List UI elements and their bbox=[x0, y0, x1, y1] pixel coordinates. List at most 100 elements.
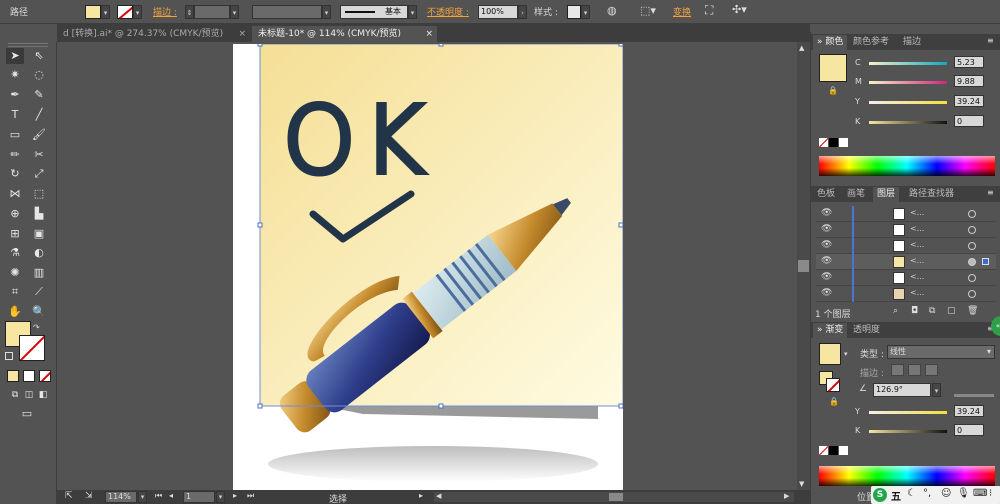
white-color-icon[interactable] bbox=[839, 138, 848, 147]
black-color-icon[interactable] bbox=[829, 138, 838, 147]
next-page-icon[interactable]: ▸ bbox=[233, 491, 237, 500]
ime-toolbar[interactable]: S 五 ☾ °, ☺ 🎙 ⌨ ⁝ bbox=[871, 486, 1000, 504]
last-page-icon[interactable]: ⏭ bbox=[247, 491, 254, 501]
tab-color-guide[interactable]: 颜色参考 bbox=[849, 35, 893, 50]
share-icon[interactable]: ⇲ bbox=[85, 491, 93, 501]
panel-grip[interactable] bbox=[8, 43, 48, 47]
gradient-yellow-slider[interactable] bbox=[869, 411, 947, 414]
magenta-value[interactable]: 9.88 bbox=[954, 75, 984, 87]
layer-row[interactable]: 👁 <... bbox=[816, 286, 996, 302]
tab-color[interactable]: » 颜色 bbox=[813, 35, 848, 50]
layer-row-selected[interactable]: 👁 <... bbox=[816, 254, 996, 270]
free-transform-tool-icon[interactable]: ⬚ bbox=[30, 186, 48, 202]
target-icon[interactable] bbox=[968, 274, 976, 282]
lasso-tool-icon[interactable]: ◌ bbox=[30, 67, 48, 83]
stroke-swatch[interactable]: ▾ bbox=[117, 4, 142, 20]
gradient-black-value[interactable]: 0 bbox=[954, 424, 984, 436]
tab-layers[interactable]: 图层 bbox=[873, 187, 900, 202]
layer-name[interactable]: <... bbox=[910, 288, 924, 297]
width-tool-icon[interactable]: ⋈ bbox=[6, 186, 24, 202]
hand-tool-icon[interactable]: ✋ bbox=[6, 304, 24, 320]
default-colors-icon[interactable] bbox=[5, 352, 13, 360]
sogou-logo-icon[interactable]: S bbox=[873, 488, 887, 502]
emoji-icon[interactable]: ☺ bbox=[941, 488, 951, 499]
curvature-tool-icon[interactable]: ✎ bbox=[30, 87, 48, 103]
scroll-right-icon[interactable]: ▶ bbox=[784, 492, 789, 500]
locate-object-icon[interactable]: ⌕ bbox=[893, 306, 898, 316]
eye-icon[interactable]: 👁 bbox=[821, 288, 832, 298]
apps-icon[interactable]: ⁝ bbox=[989, 488, 992, 499]
layer-row[interactable]: 👁 <... bbox=[816, 222, 996, 238]
gradient-tool-icon[interactable]: ▣ bbox=[30, 226, 48, 242]
perspective-grid-tool-icon[interactable]: ▙ bbox=[30, 206, 48, 222]
layer-row[interactable]: 👁 <... bbox=[816, 206, 996, 222]
layer-name[interactable]: <... bbox=[910, 208, 924, 217]
shape-builder-tool-icon[interactable]: ⊕ bbox=[6, 206, 24, 222]
scroll-thumb[interactable] bbox=[798, 260, 809, 272]
tab-swatches[interactable]: 色板 bbox=[813, 187, 839, 202]
panel-menu-icon[interactable]: ≡ bbox=[987, 188, 994, 197]
color-spectrum[interactable] bbox=[819, 156, 995, 176]
magenta-slider[interactable] bbox=[869, 81, 947, 84]
scale-tool-icon[interactable]: ⤢ bbox=[30, 166, 48, 182]
color-fill-preview[interactable] bbox=[819, 54, 847, 82]
scissors-tool-icon[interactable]: ✂ bbox=[30, 147, 48, 163]
mesh-tool-icon[interactable]: ⊞ bbox=[6, 226, 24, 242]
panel-menu-icon[interactable]: ≡ bbox=[987, 36, 994, 45]
aspect-slider[interactable] bbox=[954, 394, 994, 397]
none-mode-icon[interactable] bbox=[39, 370, 51, 382]
eyedropper-tool-icon[interactable]: ⚗ bbox=[6, 245, 24, 261]
page-field[interactable]: 1 bbox=[183, 491, 215, 503]
black-value[interactable]: 0 bbox=[954, 115, 984, 127]
paintbrush-tool-icon[interactable]: 🖌 bbox=[30, 127, 48, 143]
type-tool-icon[interactable]: T bbox=[6, 107, 24, 123]
zoom-tool-icon[interactable]: 🔍 bbox=[30, 304, 48, 320]
gradient-mode-icon[interactable] bbox=[23, 370, 35, 382]
opacity-field[interactable]: 100% › bbox=[478, 4, 527, 20]
tab-brushes[interactable]: 画笔 bbox=[843, 187, 869, 202]
layer-name[interactable]: <... bbox=[910, 272, 924, 281]
pen-tool-icon[interactable]: ✒ bbox=[6, 87, 24, 103]
symbol-sprayer-tool-icon[interactable]: ✺ bbox=[6, 265, 24, 281]
ime-mode[interactable]: 五 bbox=[891, 488, 901, 503]
artboard-tool-icon[interactable]: ⌗ bbox=[6, 284, 24, 300]
target-icon[interactable] bbox=[968, 258, 976, 266]
eye-icon[interactable]: 👁 bbox=[821, 224, 832, 234]
new-layer-icon[interactable]: ▢ bbox=[947, 306, 956, 316]
align-icon[interactable]: ⬚▾ bbox=[640, 4, 656, 20]
lock-icon[interactable]: 🔒 bbox=[829, 397, 839, 406]
line-tool-icon[interactable]: ╱ bbox=[30, 107, 48, 123]
selection-indicator[interactable] bbox=[982, 258, 989, 265]
slice-tool-icon[interactable]: ⟋ bbox=[30, 284, 48, 300]
layer-name[interactable]: <... bbox=[910, 256, 924, 265]
tab-pathfinder[interactable]: 路径查找器 bbox=[905, 187, 958, 202]
rotate-tool-icon[interactable]: ↻ bbox=[6, 166, 24, 182]
variable-width-profile[interactable]: ▾ bbox=[252, 4, 331, 20]
recolor-artwork-icon[interactable]: ◍ bbox=[607, 4, 617, 20]
vertical-scrollbar[interactable]: ▲ ▼ bbox=[797, 42, 810, 490]
gradient-type-select[interactable]: 线性 ▾ bbox=[887, 345, 995, 359]
moon-icon[interactable]: ☾ bbox=[907, 488, 916, 499]
layer-name[interactable]: <... bbox=[910, 240, 924, 249]
cyan-slider[interactable] bbox=[869, 62, 947, 65]
eye-icon[interactable]: 👁 bbox=[821, 272, 832, 282]
angle-field[interactable]: 126.9° bbox=[873, 383, 931, 397]
none-color-icon[interactable] bbox=[819, 138, 828, 147]
new-sublayer-icon[interactable]: ⧉ bbox=[929, 306, 935, 316]
stroke-weight-field[interactable]: ⇕ ▾ bbox=[185, 4, 239, 20]
white-color-icon[interactable] bbox=[839, 446, 848, 455]
swap-icon[interactable]: ↷ bbox=[33, 323, 40, 332]
opacity-label[interactable]: 不透明度 : bbox=[427, 5, 469, 21]
tab-gradient[interactable]: » 渐变 bbox=[813, 323, 848, 338]
prev-page-icon[interactable]: ◂ bbox=[169, 491, 173, 500]
artwork-illustration[interactable]: OK bbox=[233, 44, 623, 490]
gradient-stroke-swatch[interactable] bbox=[826, 378, 840, 392]
target-icon[interactable] bbox=[968, 242, 976, 250]
eye-icon[interactable]: 👁 bbox=[821, 256, 832, 266]
tab-document-1[interactable]: d [转换].ai* @ 274.37% (CMYK/预览) × bbox=[57, 26, 250, 42]
target-icon[interactable] bbox=[968, 226, 976, 234]
status-menu-icon[interactable]: ▸ bbox=[419, 491, 423, 500]
magic-wand-tool-icon[interactable]: ✷ bbox=[6, 67, 24, 83]
direct-selection-tool-icon[interactable]: ⇖ bbox=[30, 48, 48, 64]
screen-mode-icon[interactable]: ▭ bbox=[18, 406, 36, 422]
